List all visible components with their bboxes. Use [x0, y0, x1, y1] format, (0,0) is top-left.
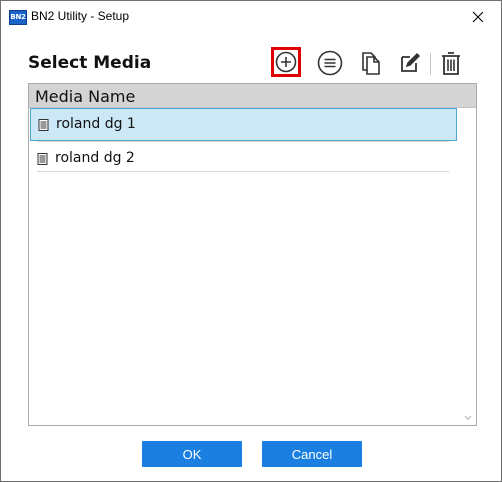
row-divider	[37, 171, 449, 172]
list-item[interactable]: roland dg 1	[30, 108, 457, 141]
add-media-button[interactable]	[271, 47, 301, 77]
column-header-media-name[interactable]: Media Name	[29, 84, 476, 108]
title-bar[interactable]: BN2 BN2 Utility - Setup	[1, 1, 501, 32]
plus-circle-icon	[275, 51, 297, 73]
media-file-icon	[37, 153, 48, 165]
edit-media-button[interactable]	[395, 48, 425, 78]
column-header-label: Media Name	[35, 87, 136, 106]
toolbar-separator	[430, 53, 431, 75]
list-circle-icon	[317, 50, 343, 76]
cancel-button[interactable]: Cancel	[262, 441, 362, 467]
media-list[interactable]: Media Name roland dg 1 roland dg 2	[28, 83, 477, 426]
app-icon: BN2	[9, 10, 27, 25]
list-item-label: roland dg 2	[55, 150, 135, 166]
close-button[interactable]	[455, 1, 501, 32]
scroll-down-arrow-icon[interactable]	[464, 415, 472, 421]
copy-media-button[interactable]	[356, 48, 386, 78]
close-icon	[472, 11, 484, 22]
media-file-icon	[38, 119, 49, 131]
setup-dialog: BN2 BN2 Utility - Setup Select Media Med…	[0, 0, 502, 482]
row-divider	[37, 141, 449, 142]
window-title: BN2 Utility - Setup	[31, 9, 130, 23]
media-details-button[interactable]	[315, 48, 345, 78]
trash-icon	[442, 52, 460, 75]
copy-icon	[362, 52, 380, 75]
edit-icon	[401, 52, 421, 72]
list-item-label: roland dg 1	[56, 116, 136, 132]
delete-media-button[interactable]	[436, 48, 466, 78]
ok-button[interactable]: OK	[142, 441, 242, 467]
section-title: Select Media	[28, 53, 152, 73]
